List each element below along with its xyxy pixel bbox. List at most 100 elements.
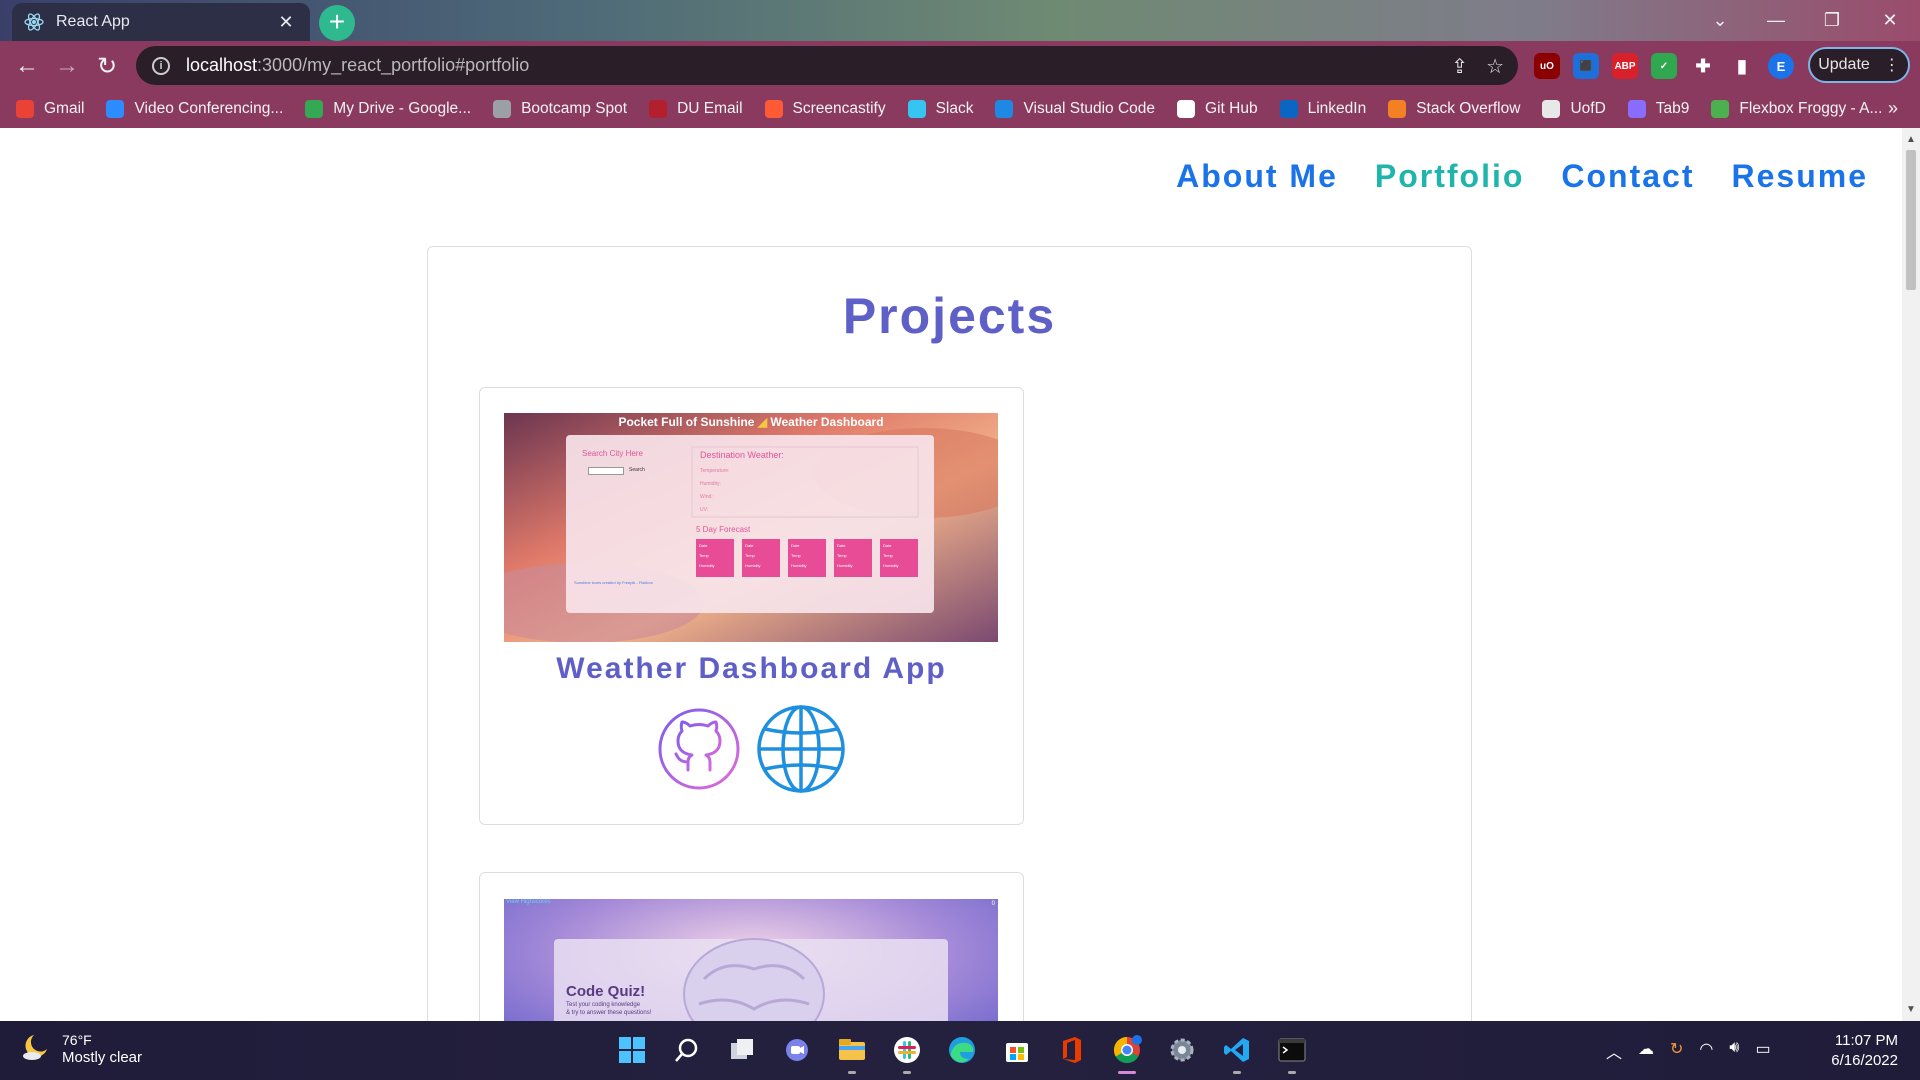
page-scrollbar[interactable]: ▲ ▼ <box>1902 128 1920 1021</box>
weather-shot-forecast-cards: Date Temp Humidity Date Temp Humidity Date Temp… <box>696 539 918 577</box>
nav-link-resume[interactable]: Resume <box>1732 158 1869 195</box>
globe-link-icon[interactable] <box>756 704 846 794</box>
quiz-shot-subtext-1: Test your coding knowledge <box>566 1002 641 1008</box>
weather-shot-forecast-card: Date Temp Humidity <box>788 539 826 577</box>
more-menu-icon[interactable]: ⋮ <box>1884 55 1900 75</box>
more-bookmarks-icon[interactable]: » <box>1888 98 1898 119</box>
start-windows-icon[interactable] <box>612 1030 652 1070</box>
tab-search-icon[interactable]: ⌄ <box>1692 0 1748 40</box>
bookmark-item[interactable]: Slack <box>907 100 973 118</box>
site-info-icon[interactable]: i <box>152 56 170 75</box>
battery-icon[interactable]: ▭ <box>1755 1039 1770 1063</box>
screencastify-icon <box>764 100 783 118</box>
file-explorer-icon[interactable] <box>832 1030 872 1074</box>
sync-icon[interactable]: ↻ <box>1670 1039 1683 1063</box>
extension-badge-icon[interactable]: ⬛ <box>1573 53 1599 79</box>
share-icon[interactable]: ⇪ <box>1451 54 1468 79</box>
uofd-icon <box>1542 100 1561 118</box>
slack-icon <box>907 100 926 118</box>
settings-gear-icon[interactable] <box>1162 1030 1202 1070</box>
bookmark-label: Bootcamp Spot <box>521 100 628 117</box>
project-screenshot-quiz[interactable]: View Highscores 0 Code Quiz! Test your c… <box>504 899 998 1021</box>
browser-tab[interactable]: React App ✕ <box>12 3 310 41</box>
bookmark-item[interactable]: DU Email <box>649 100 743 118</box>
quiz-shot-heading: Code Quiz! <box>566 983 646 1000</box>
google-drive-icon <box>305 100 324 118</box>
office-icon[interactable] <box>1052 1030 1092 1070</box>
github-link-icon[interactable] <box>658 708 740 790</box>
scroll-up-icon[interactable]: ▲ <box>1906 134 1916 145</box>
weather-shot-destination-line: Wind: <box>700 494 713 500</box>
weather-widget[interactable]: 76°F Mostly clear <box>20 1031 142 1067</box>
nav-link-portfolio[interactable]: Portfolio <box>1375 158 1525 195</box>
weather-condition: Mostly clear <box>62 1049 143 1066</box>
new-tab-button[interactable]: + <box>319 5 355 41</box>
nav-link-about-me[interactable]: About Me <box>1176 158 1338 195</box>
back-icon[interactable]: ← <box>9 48 45 84</box>
bookmark-item[interactable]: My Drive - Google... <box>305 100 471 118</box>
close-tab-icon[interactable]: ✕ <box>274 10 298 34</box>
bookmark-item[interactable]: UofD <box>1542 100 1606 118</box>
adblock-icon[interactable]: ABP <box>1612 53 1638 79</box>
weather-shot-forecast-card: Date Temp Humidity <box>834 539 872 577</box>
weather-shot-forecast-line: Date <box>699 543 708 548</box>
side-panel-icon[interactable]: ▮ <box>1729 53 1755 79</box>
ublock-icon[interactable]: uO <box>1534 53 1560 79</box>
bookmark-item[interactable]: Flexbox Froggy - A... <box>1711 100 1882 118</box>
extensions-puzzle-icon[interactable]: ✚ <box>1690 53 1716 79</box>
bookmark-item[interactable]: Stack Overflow <box>1388 100 1520 118</box>
url-path: :3000/my_react_portfolio#portfolio <box>257 55 530 75</box>
shield-icon[interactable]: ✓ <box>1651 53 1677 79</box>
edge-browser-icon[interactable] <box>942 1030 982 1070</box>
weather-shot-forecast-line: Date <box>745 543 754 548</box>
bookmark-item[interactable]: Bootcamp Spot <box>493 100 627 118</box>
slack-app-icon[interactable] <box>887 1030 927 1074</box>
nav-link-contact[interactable]: Contact <box>1561 158 1694 195</box>
restore-icon[interactable]: ❐ <box>1804 0 1860 40</box>
project-screenshot-weather[interactable]: Pocket Full of Sunshine ◢ Weather Dashbo… <box>504 413 998 642</box>
update-button[interactable]: Update ⋮ <box>1808 47 1910 83</box>
vscode-app-icon[interactable] <box>1217 1030 1257 1074</box>
zoom-icon <box>106 100 125 118</box>
bookmark-item[interactable]: Tab9 <box>1627 100 1689 118</box>
project-title-weather: Weather Dashboard App <box>556 652 947 685</box>
project-card-weather: Pocket Full of Sunshine ◢ Weather Dashbo… <box>479 387 1024 825</box>
teams-chat-icon[interactable] <box>777 1030 817 1070</box>
search-icon[interactable] <box>667 1030 707 1070</box>
scrollbar-thumb[interactable] <box>1906 150 1916 290</box>
bookmark-item[interactable]: Visual Studio Code <box>995 100 1155 118</box>
bookmark-item[interactable]: Screencastify <box>764 100 886 118</box>
show-hidden-icons-icon[interactable]: ︿ <box>1606 1039 1622 1063</box>
forward-icon[interactable]: → <box>49 48 85 84</box>
bookmark-label: LinkedIn <box>1307 100 1367 117</box>
volume-icon[interactable]: 🔊︎ <box>1729 1039 1739 1063</box>
minimize-icon[interactable]: — <box>1748 0 1804 40</box>
clock-date: 6/16/2022 <box>1831 1052 1898 1069</box>
weather-shot-forecast-label: 5 Day Forecast <box>696 525 751 534</box>
chrome-icon[interactable] <box>1107 1030 1147 1074</box>
bookmark-item[interactable]: Git Hub <box>1177 100 1258 118</box>
system-clock[interactable]: 11:07 PM 6/16/2022 <box>1818 1031 1898 1071</box>
projects-section: Projects Pocket Full of Sunshine ◢ Weath… <box>427 246 1472 1021</box>
close-window-icon[interactable]: ✕ <box>1862 0 1918 40</box>
project-card-quiz: View Highscores 0 Code Quiz! Test your c… <box>479 872 1024 1021</box>
bookmark-item[interactable]: LinkedIn <box>1279 100 1367 118</box>
bookmark-item[interactable]: Video Conferencing... <box>106 100 283 118</box>
address-bar[interactable]: i localhost:3000/my_react_portfolio#port… <box>136 46 1518 85</box>
bookmark-star-icon[interactable]: ☆ <box>1486 54 1504 79</box>
profile-avatar[interactable]: E <box>1768 53 1794 79</box>
weather-shot-destination-line: Temperature: <box>700 468 730 474</box>
browser-toolbar: ← → ↻ i localhost:3000/my_react_portfoli… <box>0 41 1920 90</box>
scroll-down-icon[interactable]: ▼ <box>1906 1004 1916 1015</box>
wifi-icon[interactable]: ◠ <box>1699 1039 1713 1063</box>
bookmark-label: Visual Studio Code <box>1023 100 1156 117</box>
bookmark-item[interactable]: Gmail <box>16 100 84 118</box>
onedrive-icon[interactable]: ☁ <box>1638 1039 1654 1063</box>
site-nav: About Me Portfolio Contact Resume <box>1176 158 1868 195</box>
task-view-icon[interactable] <box>722 1030 762 1070</box>
reload-icon[interactable]: ↻ <box>89 48 125 84</box>
terminal-icon[interactable] <box>1272 1030 1312 1074</box>
moon-cloud-icon <box>20 1032 50 1067</box>
microsoft-store-icon[interactable] <box>997 1030 1037 1070</box>
weather-shot-forecast-line: Humidity <box>837 563 853 568</box>
